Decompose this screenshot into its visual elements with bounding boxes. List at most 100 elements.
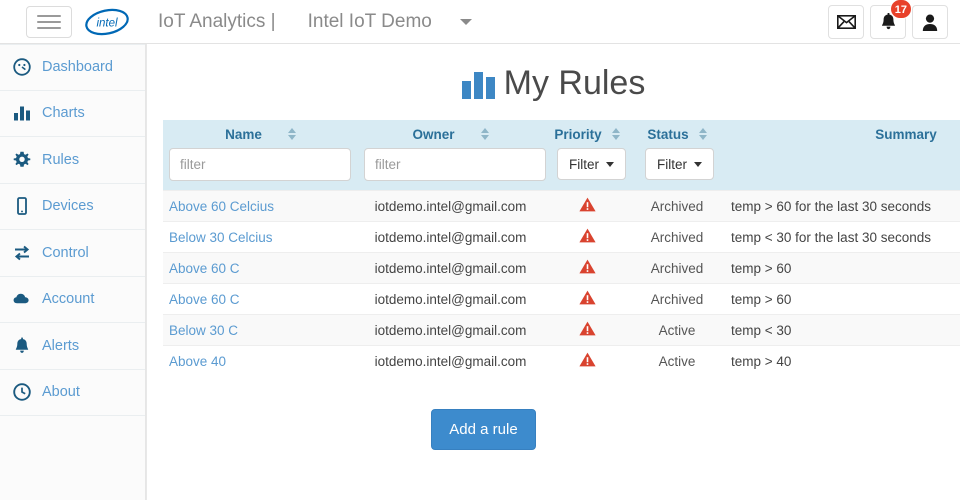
table-row[interactable]: Below 30 C iotdemo.intel@gmail.com Activ… <box>163 315 960 346</box>
cell-name: Above 60 C <box>163 284 358 315</box>
column-header-label: Summary <box>875 127 937 142</box>
warning-triangle-icon <box>579 228 596 246</box>
column-header-status[interactable]: Status <box>631 120 723 148</box>
column-header-label: Status <box>647 127 688 142</box>
column-header-summary: Summary <box>723 120 960 148</box>
cloud-icon <box>13 290 31 308</box>
cell-owner: iotdemo.intel@gmail.com <box>358 284 543 315</box>
filter-cell-status: Filter <box>631 148 723 191</box>
sidebar-item-about[interactable]: About <box>0 370 145 417</box>
status-filter-dropdown[interactable]: Filter <box>645 148 714 180</box>
chevron-down-icon <box>694 162 702 167</box>
sort-icon[interactable] <box>288 128 296 140</box>
warning-triangle-icon <box>579 352 596 370</box>
table-head: Name Owner Priority <box>163 120 960 191</box>
hamburger-icon[interactable] <box>26 6 72 38</box>
exchange-arrows-icon <box>13 244 31 262</box>
cell-summary: temp > 40 <box>723 346 960 377</box>
page-title-text: My Rules <box>504 64 646 103</box>
sidebar-item-label: Rules <box>42 152 79 168</box>
rules-table-wrap: Name Owner Priority <box>147 120 960 377</box>
cell-name: Above 60 Celcius <box>163 191 358 222</box>
cell-owner: iotdemo.intel@gmail.com <box>358 253 543 284</box>
rule-name-link[interactable]: Below 30 Celcius <box>169 230 273 245</box>
cell-priority <box>543 191 631 222</box>
topbar-actions: 17 <box>828 5 948 39</box>
rule-name-link[interactable]: Above 60 C <box>169 261 240 276</box>
filter-cell-summary <box>723 148 960 191</box>
sidebar-item-devices[interactable]: Devices <box>0 184 145 231</box>
sidebar-item-label: About <box>42 384 80 400</box>
envelope-icon[interactable] <box>828 5 864 39</box>
cell-owner: iotdemo.intel@gmail.com <box>358 346 543 377</box>
column-header-name[interactable]: Name <box>163 120 358 148</box>
filter-cell-name <box>163 148 358 191</box>
footer-actions: Add a rule <box>147 409 960 450</box>
bell-icon[interactable]: 17 <box>870 5 906 39</box>
rule-name-link[interactable]: Below 30 C <box>169 323 238 338</box>
intel-logo[interactable]: intel <box>84 7 130 37</box>
cell-status: Archived <box>631 222 723 253</box>
sidebar-item-rules[interactable]: Rules <box>0 137 145 184</box>
cell-name: Below 30 C <box>163 315 358 346</box>
column-header-label: Owner <box>412 127 454 142</box>
warning-triangle-icon <box>579 197 596 215</box>
hamburger-line <box>37 21 61 23</box>
sidebar-item-account[interactable]: Account <box>0 277 145 324</box>
cell-summary: temp > 60 <box>723 253 960 284</box>
notification-badge: 17 <box>890 0 912 19</box>
gear-icon <box>13 151 31 169</box>
main-panel: My Rules Name Owner <box>146 44 960 500</box>
warning-triangle-icon <box>579 290 596 308</box>
cell-owner: iotdemo.intel@gmail.com <box>358 315 543 346</box>
rule-name-link[interactable]: Above 40 <box>169 354 226 369</box>
sort-icon[interactable] <box>481 128 489 140</box>
owner-filter-input[interactable] <box>364 148 546 181</box>
brand-title: IoT Analytics | <box>158 11 276 33</box>
sidebar-item-control[interactable]: Control <box>0 230 145 277</box>
cell-priority <box>543 315 631 346</box>
table-row[interactable]: Below 30 Celcius iotdemo.intel@gmail.com… <box>163 222 960 253</box>
cell-status: Active <box>631 346 723 377</box>
hamburger-line <box>37 27 61 29</box>
sidebar-item-charts[interactable]: Charts <box>0 91 145 138</box>
table-row[interactable]: Above 40 iotdemo.intel@gmail.com Active … <box>163 346 960 377</box>
rule-name-link[interactable]: Above 60 C <box>169 292 240 307</box>
cell-owner: iotdemo.intel@gmail.com <box>358 222 543 253</box>
table-row[interactable]: Above 60 C iotdemo.intel@gmail.com Archi… <box>163 284 960 315</box>
cell-summary: temp > 60 for the last 30 seconds <box>723 191 960 222</box>
sidebar-item-alerts[interactable]: Alerts <box>0 323 145 370</box>
sidebar-item-dashboard[interactable]: Dashboard <box>0 44 145 91</box>
column-header-owner[interactable]: Owner <box>358 120 543 148</box>
cell-priority <box>543 222 631 253</box>
hamburger-line <box>37 15 61 17</box>
cell-name: Below 30 Celcius <box>163 222 358 253</box>
table-row[interactable]: Above 60 Celcius iotdemo.intel@gmail.com… <box>163 191 960 222</box>
svg-text:intel: intel <box>96 17 118 29</box>
sidebar-item-label: Control <box>42 245 89 261</box>
cell-status: Active <box>631 315 723 346</box>
column-header-priority[interactable]: Priority <box>543 120 631 148</box>
bar-chart-icon <box>462 69 495 99</box>
sidebar: Dashboard Charts Rules Devices <box>0 44 146 500</box>
table-body: Above 60 Celcius iotdemo.intel@gmail.com… <box>163 191 960 377</box>
sort-icon[interactable] <box>612 128 620 140</box>
sort-icon[interactable] <box>699 128 707 140</box>
status-filter-label: Filter <box>657 157 687 172</box>
warning-triangle-icon <box>579 259 596 277</box>
cell-summary: temp < 30 <box>723 315 960 346</box>
bar-chart-icon <box>13 104 31 122</box>
rule-name-link[interactable]: Above 60 Celcius <box>169 199 274 214</box>
chevron-down-icon[interactable] <box>460 19 472 25</box>
add-rule-button[interactable]: Add a rule <box>431 409 535 450</box>
chevron-down-icon <box>606 162 614 167</box>
table-row[interactable]: Above 60 C iotdemo.intel@gmail.com Archi… <box>163 253 960 284</box>
name-filter-input[interactable] <box>169 148 351 181</box>
user-icon[interactable] <box>912 5 948 39</box>
filter-cell-priority: Filter <box>543 148 631 191</box>
table-filter-row: Filter Filter <box>163 148 960 191</box>
sidebar-item-label: Alerts <box>42 338 79 354</box>
column-header-label: Priority <box>554 127 601 142</box>
cell-priority <box>543 253 631 284</box>
priority-filter-dropdown[interactable]: Filter <box>557 148 626 180</box>
